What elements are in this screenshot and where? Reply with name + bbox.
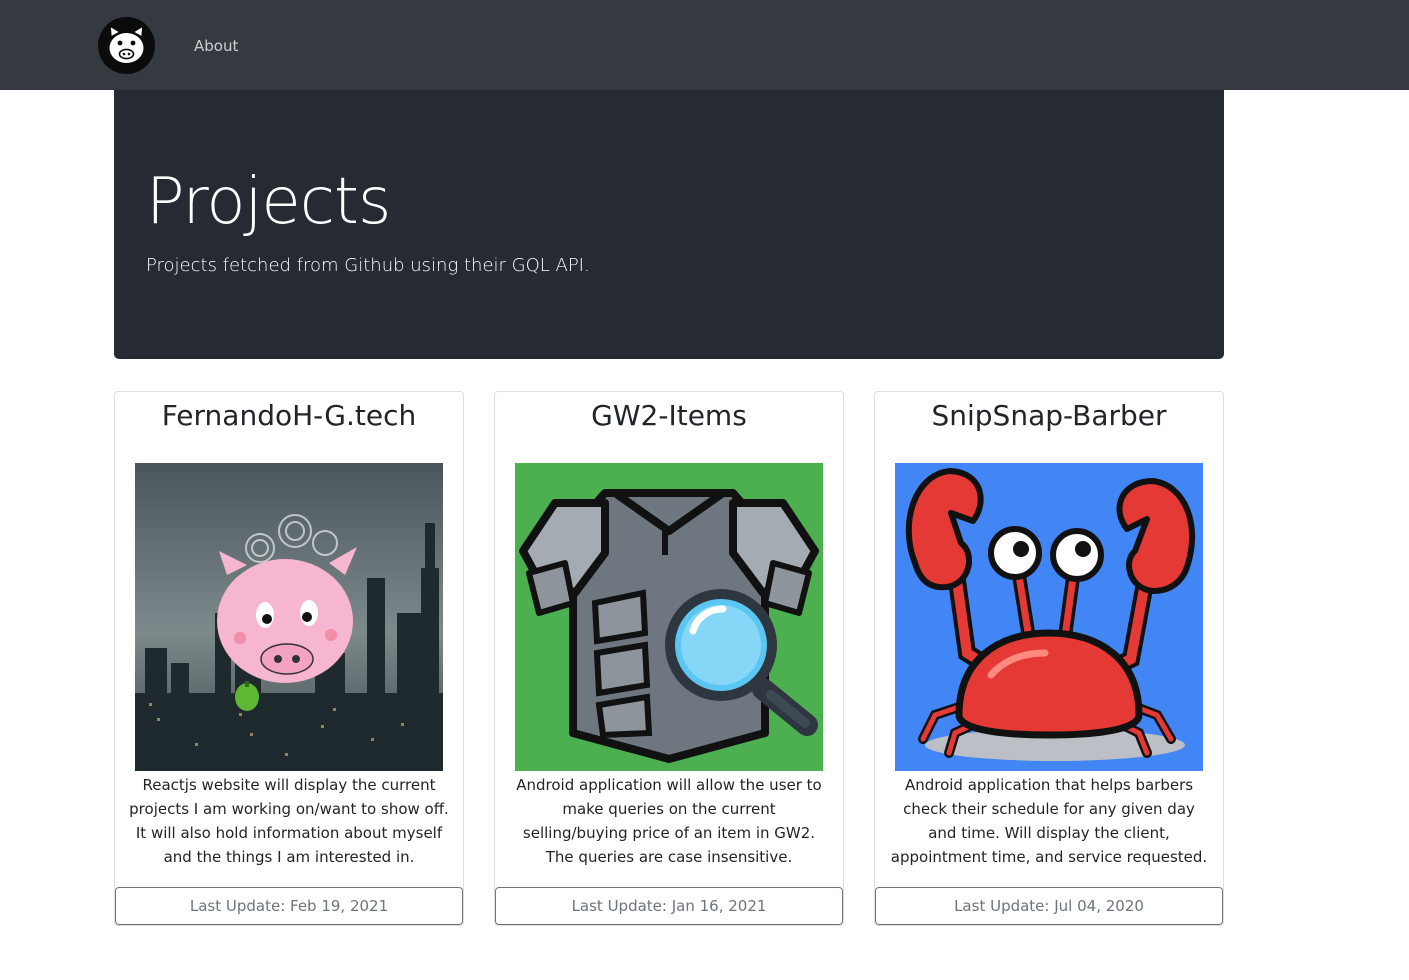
page-title: Projects	[146, 165, 391, 239]
pig-city-image	[135, 463, 443, 771]
project-title[interactable]: SnipSnap-Barber	[875, 398, 1223, 434]
project-description: Reactjs website will display the current…	[129, 776, 449, 866]
navbar: About	[0, 0, 1409, 90]
armor-magnifier-image	[515, 463, 823, 771]
project-card: SnipSnap-Barber Android application that…	[874, 391, 1224, 926]
last-update-footer[interactable]: Last Update: Jul 04, 2020	[875, 887, 1223, 925]
project-card: FernandoH-G.tech Reactjs website will di…	[114, 391, 464, 926]
project-title[interactable]: FernandoH-G.tech	[115, 398, 463, 434]
project-card: GW2-Items Android application will allow…	[494, 391, 844, 926]
last-update-footer[interactable]: Last Update: Jan 16, 2021	[495, 887, 843, 925]
jumbotron: Projects Projects fetched from Github us…	[114, 90, 1224, 359]
last-update-footer[interactable]: Last Update: Feb 19, 2021	[115, 887, 463, 925]
nav-link-about[interactable]: About	[194, 36, 238, 56]
crab-image	[895, 463, 1203, 771]
pig-logo-icon[interactable]	[98, 17, 155, 74]
project-description: Android application that helps barbers c…	[890, 776, 1208, 866]
project-description: Android application will allow the user …	[516, 776, 822, 866]
page-lead: Projects fetched from Github using their…	[146, 255, 590, 276]
project-title[interactable]: GW2-Items	[495, 398, 843, 434]
